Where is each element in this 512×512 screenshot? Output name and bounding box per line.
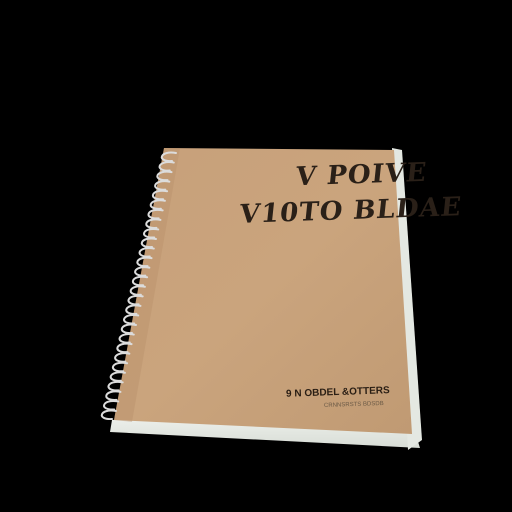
spiral-coil: [138, 247, 155, 258]
spiral-coil: [154, 180, 171, 191]
spiral-coil: [147, 208, 164, 220]
spiral-binding: [101, 151, 177, 421]
spiral-coil: [103, 399, 120, 411]
spiral-coil: [125, 304, 142, 315]
spiral-coil: [156, 170, 173, 182]
spiral-coil: [114, 352, 131, 363]
spiral-coil: [121, 323, 137, 335]
spiral-coil: [112, 361, 129, 373]
spiral-coil: [141, 237, 157, 249]
spiral-coil: [107, 380, 124, 392]
spiral-coil: [158, 161, 175, 172]
spiral-coil: [101, 409, 117, 421]
spiral-coil: [127, 294, 144, 306]
spiral-coil: [109, 371, 126, 382]
cover-title-line-1: V POIVE: [294, 157, 429, 193]
spiral-coil: [132, 275, 149, 287]
spiral-coil: [161, 151, 177, 163]
spiral-coil: [136, 256, 153, 268]
spiral-coil: [143, 227, 160, 239]
spiral-coil: [134, 266, 151, 277]
spiral-coil: [123, 313, 140, 325]
spiral-coil: [152, 189, 169, 201]
spiral-coil: [116, 342, 133, 354]
spiral-coil: [145, 218, 162, 229]
photo-scene: V POIVE V10TO BLDAE 9 N OBDEL &OTTERS CR…: [0, 0, 512, 512]
spiral-coil: [105, 390, 122, 401]
spiral-coil: [118, 333, 135, 344]
spiral-coil: [129, 285, 146, 296]
spiral-coil: [149, 199, 166, 210]
